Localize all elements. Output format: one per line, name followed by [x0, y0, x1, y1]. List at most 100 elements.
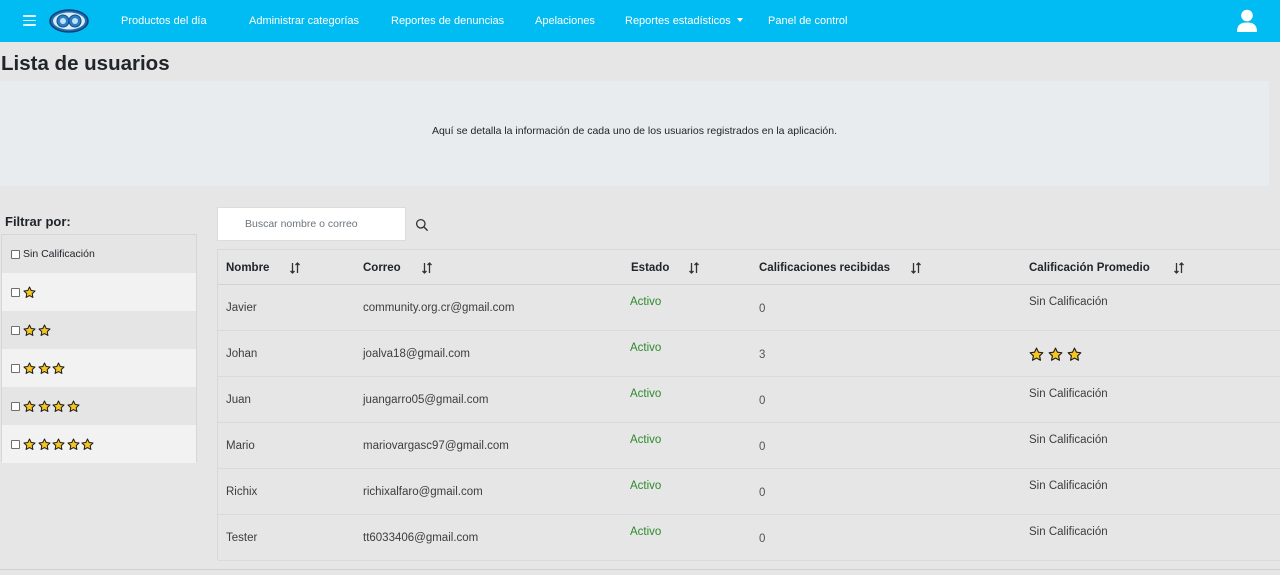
star-rating-5: [23, 437, 96, 451]
cell-estado: Activo: [630, 434, 662, 446]
cell-estado: Activo: [630, 480, 662, 492]
search-icon[interactable]: [414, 217, 430, 233]
sort-icon[interactable]: [689, 262, 699, 274]
cell-nombre: Johan: [226, 348, 258, 360]
cell-calificacion-promedio: Sin Calificación: [1029, 388, 1108, 400]
cell-correo: juangarro05@gmail.com: [363, 394, 489, 406]
cell-correo: mariovargasc97@gmail.com: [363, 440, 509, 452]
star-icon: [52, 399, 65, 412]
star-icon: [23, 285, 36, 298]
star-icon: [81, 437, 94, 450]
sort-icon[interactable]: [1174, 262, 1184, 274]
cell-calificaciones-recibidas: 0: [759, 395, 766, 407]
star-rating-3: [23, 361, 67, 375]
cell-calificaciones-recibidas: 0: [759, 487, 766, 499]
column-header-calificaciones-recibidas[interactable]: Calificaciones recibidas: [759, 261, 890, 275]
star-rating-4: [23, 399, 81, 413]
cell-nombre: Juan: [226, 394, 251, 406]
star-icon: [1029, 347, 1044, 361]
sort-icon[interactable]: [290, 262, 300, 274]
hamburger-menu-icon[interactable]: [23, 15, 36, 26]
sort-icon[interactable]: [422, 262, 432, 274]
star-icon: [1048, 347, 1063, 361]
column-header-estado[interactable]: Estado: [631, 261, 669, 275]
filter-option-label: Sin Calificación: [23, 248, 95, 260]
nav-reportes-estadisticos-label: Reportes estadísticos: [625, 15, 731, 27]
star-icon: [37, 399, 51, 412]
cell-nombre: Richix: [226, 486, 258, 498]
cell-calificaciones-recibidas: 0: [759, 441, 766, 453]
cell-estado: Activo: [630, 388, 662, 400]
filter-option-1-star[interactable]: [2, 273, 196, 311]
star-icon: [23, 361, 36, 374]
page-title: Lista de usuarios: [1, 52, 170, 75]
table-row[interactable]: Richix richixalfaro@gmail.com Activo 0 S…: [218, 469, 1280, 515]
cell-estado: Activo: [630, 342, 662, 354]
star-icon: [52, 437, 65, 450]
description-banner: Aquí se detalla la información de cada u…: [0, 81, 1269, 186]
column-header-correo[interactable]: Correo: [363, 261, 401, 275]
average-rating-stars: [1029, 347, 1086, 362]
page-description: Aquí se detalla la información de cada u…: [431, 125, 838, 137]
cell-calificaciones-recibidas: 3: [759, 349, 766, 361]
star-rating-2: [23, 323, 52, 337]
search-input[interactable]: [217, 207, 406, 241]
star-icon: [37, 437, 51, 450]
star-icon: [66, 399, 80, 412]
table-header: Nombre Correo Estado Calificaciones reci…: [218, 250, 1280, 285]
nav-panel-de-control[interactable]: Panel de control: [768, 14, 848, 28]
column-header-calificacion-promedio[interactable]: Calificación Promedio: [1029, 261, 1150, 275]
nav-productos-del-dia[interactable]: Productos del día: [121, 14, 207, 28]
app-logo[interactable]: [48, 8, 90, 34]
filter-option-4-stars[interactable]: [2, 387, 196, 425]
cell-correo: joalva18@gmail.com: [363, 348, 470, 360]
users-table: Nombre Correo Estado Calificaciones reci…: [217, 249, 1280, 561]
cell-correo: richixalfaro@gmail.com: [363, 486, 483, 498]
caret-down-icon: [736, 18, 743, 22]
cell-calificacion-promedio: Sin Calificación: [1029, 434, 1108, 446]
table-row[interactable]: Javier community.org.cr@gmail.com Activo…: [218, 285, 1280, 331]
cell-calificaciones-recibidas: 0: [759, 303, 766, 315]
page-bottom-divider: [0, 569, 1280, 570]
star-icon: [23, 399, 36, 412]
star-icon: [37, 361, 51, 374]
nav-administrar-categorias[interactable]: Administrar categorías: [249, 14, 359, 28]
cell-calificaciones-recibidas: 0: [759, 533, 766, 545]
table-row[interactable]: Mario mariovargasc97@gmail.com Activo 0 …: [218, 423, 1280, 469]
sort-icon[interactable]: [911, 262, 921, 274]
cell-calificacion-promedio: Sin Calificación: [1029, 480, 1108, 492]
cell-correo: tt6033406@gmail.com: [363, 532, 479, 544]
star-icon: [23, 437, 36, 450]
cell-estado: Activo: [630, 526, 662, 538]
filter-checkbox[interactable]: [11, 363, 20, 373]
filter-option-5-stars[interactable]: [2, 425, 196, 463]
column-header-nombre[interactable]: Nombre: [226, 261, 269, 275]
filter-option-2-stars[interactable]: [2, 311, 196, 349]
table-row[interactable]: Johan joalva18@gmail.com Activo 3: [218, 331, 1280, 377]
filter-option-3-stars[interactable]: [2, 349, 196, 387]
nav-reportes-estadisticos-dropdown[interactable]: Reportes estadísticos: [625, 14, 743, 28]
star-icon: [52, 361, 65, 374]
cell-correo: community.org.cr@gmail.com: [363, 302, 515, 314]
table-row[interactable]: Tester tt6033406@gmail.com Activo 0 Sin …: [218, 515, 1280, 561]
star-icon: [66, 437, 80, 450]
star-icon: [23, 323, 36, 336]
rating-filter-panel: Sin Calificación: [1, 234, 197, 463]
star-rating-1: [23, 285, 38, 299]
filter-checkbox[interactable]: [11, 287, 20, 297]
filter-title: Filtrar por:: [5, 214, 71, 229]
filter-checkbox[interactable]: [11, 325, 20, 335]
cell-nombre: Javier: [226, 302, 257, 314]
table-row[interactable]: Juan juangarro05@gmail.com Activo 0 Sin …: [218, 377, 1280, 423]
cell-calificacion-promedio: Sin Calificación: [1029, 526, 1108, 538]
user-icon[interactable]: [1236, 9, 1258, 33]
filter-checkbox[interactable]: [11, 401, 20, 411]
cell-calificacion-promedio: Sin Calificación: [1029, 296, 1108, 308]
filter-option-sin-calificacion[interactable]: Sin Calificación: [2, 235, 196, 273]
cell-nombre: Tester: [226, 532, 258, 544]
nav-reportes-de-denuncias[interactable]: Reportes de denuncias: [391, 14, 504, 28]
filter-checkbox[interactable]: [11, 439, 20, 449]
filter-checkbox[interactable]: [11, 249, 20, 259]
star-icon: [1067, 347, 1082, 361]
nav-apelaciones[interactable]: Apelaciones: [535, 14, 595, 28]
